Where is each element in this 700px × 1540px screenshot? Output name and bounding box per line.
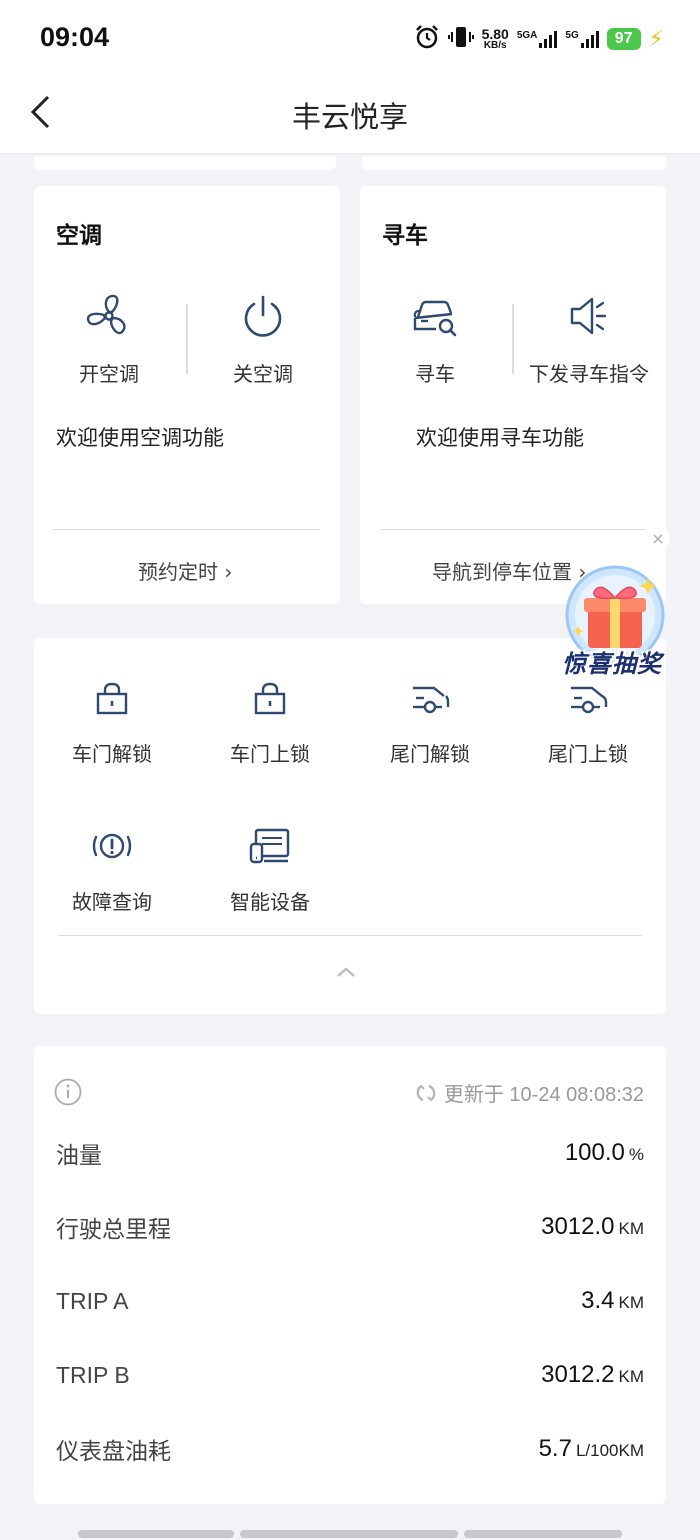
send-find-command-button[interactable]: 下发寻车指令 <box>514 290 664 387</box>
net1-label: 5GA <box>516 30 538 41</box>
info-unit: KM <box>618 1367 645 1386</box>
speed-unit: KB/s <box>483 40 507 51</box>
divider <box>58 935 642 936</box>
nav-bar: 丰云悦享 <box>0 76 700 154</box>
info-label: TRIP A <box>56 1287 129 1314</box>
network-speed: 5.80 KB/s <box>482 27 509 51</box>
unlock-icon <box>90 676 134 720</box>
ac-card: 空调 开空调 关空调 欢迎使用空调功能 预约定时 › <box>34 186 340 604</box>
chevron-up-icon <box>337 967 355 977</box>
promo-text: 惊喜抽奖 <box>562 650 662 678</box>
find-car-label: 寻车 <box>415 362 455 386</box>
ac-off-button[interactable]: 关空调 <box>188 290 338 387</box>
info-label: 油量 <box>56 1142 102 1168</box>
lock-icon <box>248 676 292 720</box>
info-value: 3012.0 <box>541 1213 615 1240</box>
ac-on-label: 开空调 <box>79 362 139 386</box>
info-unit: L/100KM <box>575 1441 644 1460</box>
signal-bars-icon <box>539 30 558 48</box>
vibrate-icon <box>447 24 474 54</box>
info-label: TRIP B <box>56 1361 130 1388</box>
info-value: 100.0 <box>564 1139 625 1166</box>
info-value: 5.7 <box>538 1435 572 1462</box>
car-search-icon <box>409 290 461 342</box>
divider <box>52 529 320 530</box>
refresh-icon <box>416 1084 436 1101</box>
signal-5g: 5G <box>565 30 599 48</box>
info-unit: KM <box>618 1219 645 1238</box>
door-lock-label: 车门上锁 <box>230 742 310 766</box>
ac-welcome-text: 欢迎使用空调功能 <box>56 426 224 450</box>
alarm-icon <box>414 24 440 54</box>
bottom-tab-stub <box>78 1530 234 1538</box>
fault-query-label: 故障查询 <box>72 890 152 914</box>
ac-off-label: 关空调 <box>233 362 293 386</box>
speaker-icon <box>563 290 615 342</box>
net2-label: 5G <box>565 30 579 41</box>
promo-widget[interactable]: × 惊喜抽奖 <box>556 520 696 690</box>
trunk-lock-label: 尾门上锁 <box>548 742 628 766</box>
info-button[interactable] <box>54 1078 82 1110</box>
door-lock-button[interactable]: 车门上锁 <box>200 676 340 767</box>
info-label: 行驶总里程 <box>56 1216 171 1242</box>
info-row-fuel: 油量 100.0% <box>56 1133 644 1173</box>
trunk-unlock-icon <box>408 676 452 720</box>
status-bar: 09:04 5.80 KB/s 5GA 5G 97 ⚡ <box>0 0 700 76</box>
info-value: 3012.2 <box>541 1361 615 1388</box>
info-value: 3.4 <box>581 1287 615 1314</box>
charging-icon: ⚡ <box>648 26 664 52</box>
ac-on-button[interactable]: 开空调 <box>34 290 184 387</box>
find-card-title: 寻车 <box>382 223 428 249</box>
power-icon <box>237 290 289 342</box>
fault-query-button[interactable]: 故障查询 <box>42 824 182 915</box>
info-icon <box>54 1078 82 1106</box>
info-row-trip-b: TRIP B 3012.2 KM <box>56 1355 644 1395</box>
bottom-tab-stub <box>464 1530 622 1538</box>
smart-device-button[interactable]: 智能设备 <box>200 824 340 915</box>
fan-icon <box>83 290 135 342</box>
update-time-area[interactable]: 更新于 10-24 08:08:32 <box>414 1078 644 1107</box>
collapse-button[interactable] <box>334 964 358 984</box>
info-row-odometer: 行驶总里程 3012.0 KM <box>56 1207 644 1247</box>
chevron-right-icon: › <box>218 560 233 584</box>
update-time: 更新于 10-24 08:08:32 <box>443 1084 644 1106</box>
signal-bars-icon <box>580 30 599 48</box>
find-welcome-text: 欢迎使用寻车功能 <box>416 426 584 450</box>
schedule-link-label: 预约定时 <box>138 560 218 584</box>
vehicle-info-card: 更新于 10-24 08:08:32 油量 100.0% 行驶总里程 3012.… <box>34 1046 666 1504</box>
smart-device-label: 智能设备 <box>230 890 310 914</box>
door-unlock-label: 车门解锁 <box>72 742 152 766</box>
close-icon: × <box>651 528 665 548</box>
controls-card: 车门解锁 车门上锁 尾门解锁 尾门上锁 故障查询 智能设备 <box>34 638 666 1014</box>
status-time: 09:04 <box>40 22 110 52</box>
scrolled-card-stub <box>34 156 336 170</box>
info-label: 仪表盘油耗 <box>56 1438 171 1464</box>
info-row-fuel-consumption: 仪表盘油耗 5.7 L/100KM <box>56 1429 644 1469</box>
battery-level: 97 <box>606 28 641 50</box>
page-title: 丰云悦享 <box>291 100 408 134</box>
status-icons: 5.80 KB/s 5GA 5G 97 ⚡ <box>414 22 664 56</box>
signal-5ga: 5GA <box>517 30 558 48</box>
promo-close-button[interactable]: × <box>646 526 670 550</box>
trunk-unlock-button[interactable]: 尾门解锁 <box>360 676 500 767</box>
warning-icon <box>90 824 134 868</box>
scrolled-card-stub <box>362 156 666 170</box>
find-car-button[interactable]: 寻车 <box>360 290 510 387</box>
smart-device-icon <box>248 824 292 868</box>
ac-card-title: 空调 <box>56 223 102 249</box>
send-find-command-label: 下发寻车指令 <box>529 362 649 386</box>
door-unlock-button[interactable]: 车门解锁 <box>42 676 182 767</box>
trunk-unlock-label: 尾门解锁 <box>390 742 470 766</box>
schedule-link[interactable]: 预约定时 › <box>138 556 232 585</box>
info-row-trip-a: TRIP A 3.4 KM <box>56 1281 644 1321</box>
info-unit: KM <box>618 1293 645 1312</box>
speed-value: 5.80 <box>481 26 509 42</box>
info-unit: % <box>628 1145 644 1164</box>
navigate-link-label: 导航到停车位置 <box>432 560 572 584</box>
bottom-tab-stub <box>240 1530 458 1538</box>
